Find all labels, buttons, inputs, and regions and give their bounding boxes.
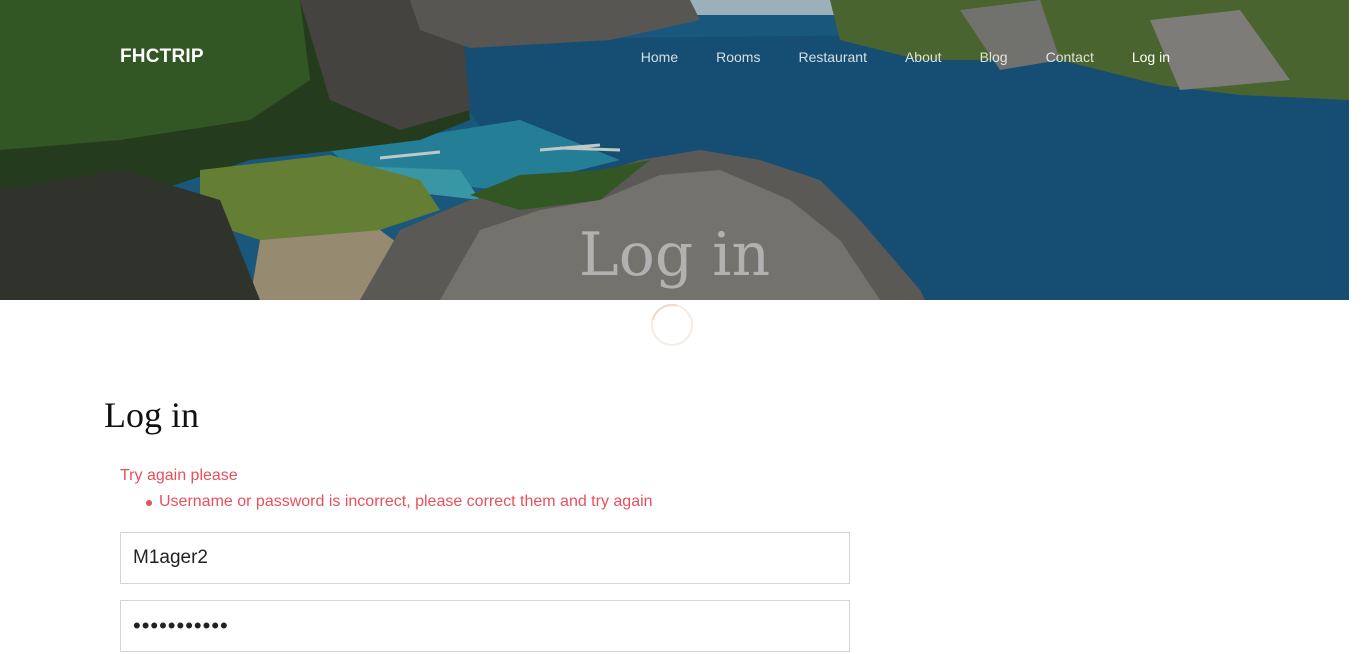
nav-item-blog[interactable]: Blog [961,48,1027,66]
nav-item-login[interactable]: Log in [1113,48,1189,66]
password-field[interactable] [120,600,850,652]
brand-logo[interactable]: FHCTRIP [120,46,204,68]
error-list: Username or password is incorrect, pleas… [120,492,653,512]
username-field[interactable] [120,532,850,584]
error-title: Try again please [120,467,238,484]
page-scrollbar[interactable] [1349,0,1366,654]
nav-item-restaurant[interactable]: Restaurant [779,48,885,66]
hero-title: Log in [578,220,771,290]
error-message: Username or password is incorrect, pleas… [120,492,653,512]
nav-item-about[interactable]: About [886,48,961,66]
nav-item-home[interactable]: Home [622,48,697,66]
nav-item-contact[interactable]: Contact [1027,48,1113,66]
page-title: Log in [104,395,199,435]
main-nav: Home Rooms Restaurant About Blog Contact… [622,48,1189,66]
nav-item-rooms[interactable]: Rooms [697,48,779,66]
hero-banner: FHCTRIP Home Rooms Restaurant About Blog… [0,0,1349,300]
error-alert: Try again please Username or password is… [120,466,653,512]
spinner-icon [651,304,693,346]
